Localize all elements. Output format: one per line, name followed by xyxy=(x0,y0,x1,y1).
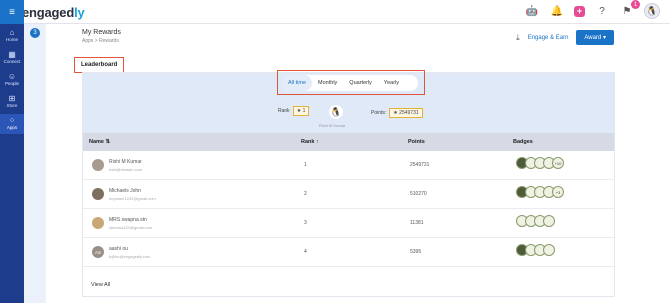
row-name: MRS swapna stn xyxy=(109,217,147,223)
row-name: Rishi M Kumar xyxy=(109,159,142,165)
table-row[interactable]: Rishi M Kumar rishi@domain.com 1 2549731… xyxy=(83,151,614,180)
menu-icon[interactable]: ≡ xyxy=(0,0,24,24)
badge-icon xyxy=(543,244,555,256)
period-highlight xyxy=(277,70,425,95)
help-icon[interactable]: ? xyxy=(594,3,610,19)
sidebar-item-store[interactable]: ⊞ Store xyxy=(0,92,24,112)
row-email: stnhana122@gmail.com xyxy=(109,225,153,230)
current-user-avatar: 🐧 xyxy=(329,105,343,119)
people-icon: ☺ xyxy=(7,72,17,81)
row-name: aashi ou xyxy=(109,246,128,252)
table-row[interactable]: MRS swapna stn stnhana122@gmail.com 3 11… xyxy=(83,209,614,238)
page-title: My Rewards xyxy=(82,29,121,36)
breadcrumb[interactable]: Apps > Rewards xyxy=(82,38,119,44)
table-header: Name ⇅ Rank ↑ Points Badges xyxy=(83,133,614,151)
engage-earn-link[interactable]: Engage & Earn xyxy=(528,35,569,41)
leaderboard-panel: All time Monthly Quarterly Yearly Rank ★… xyxy=(82,70,615,297)
badge-list[interactable] xyxy=(516,215,555,227)
avatar xyxy=(92,159,104,171)
row-name: Michaels John xyxy=(109,188,141,194)
row-points: 5395 xyxy=(410,249,422,255)
leaderboard-heading: Leaderboard xyxy=(74,57,125,73)
cart-icon: ⊞ xyxy=(8,94,16,103)
my-rank: Rank ★ 1 xyxy=(278,106,310,116)
row-rank: 3 xyxy=(304,220,307,226)
avatar[interactable]: 🐧 xyxy=(644,3,660,19)
sidebar-item-people[interactable]: ☺ People xyxy=(0,70,24,90)
download-icon[interactable]: ⤓ xyxy=(516,33,520,43)
col-rank[interactable]: Rank ↑ xyxy=(301,139,319,145)
row-points: 2549731 xyxy=(410,162,430,168)
mascot-icon[interactable]: 🤖 xyxy=(524,3,540,19)
logo-suffix: ly xyxy=(74,5,85,20)
sidebar-item-connect[interactable]: ▦ Connect xyxy=(0,48,24,68)
row-email: k@hu@engagedly.com xyxy=(109,254,151,259)
row-email: rishi@domain.com xyxy=(109,167,143,172)
main-content: My Rewards Apps > Rewards ⤓ Engage & Ear… xyxy=(46,24,670,303)
badge-list[interactable]: +10 xyxy=(516,157,564,169)
view-all-link[interactable]: View All xyxy=(91,282,110,288)
notification-badge: 1 xyxy=(631,0,640,9)
avatar xyxy=(92,188,104,200)
points-value: ★ 2549731 xyxy=(389,108,423,118)
table-row[interactable]: Michaels John mrpower1232@gmail.com 2 51… xyxy=(83,180,614,209)
top-bar: engagedly 🤖 🔔 + ? ⚑ 1 🐧 xyxy=(0,0,670,24)
step-indicator: 3 xyxy=(30,28,40,38)
flag-icon[interactable]: ⚑ 1 xyxy=(619,0,640,19)
col-points[interactable]: Points xyxy=(408,139,425,145)
plus-icon[interactable]: + xyxy=(574,5,585,17)
row-rank: 1 xyxy=(304,162,307,168)
home-icon: ⌂ xyxy=(9,28,15,37)
row-points: 510270 xyxy=(410,191,427,197)
sidebar: ≡ ⌂ Home ▦ Connect ☺ People ⊞ Store ⁘ Apps xyxy=(0,0,24,303)
sidebar-item-home[interactable]: ⌂ Home xyxy=(0,26,24,46)
table-row[interactable]: AS aashi ou k@hu@engagedly.com 4 5395 xyxy=(83,238,614,267)
avatar: AS xyxy=(92,246,104,258)
col-name[interactable]: Name ⇅ xyxy=(89,139,110,145)
badge-more: +3 xyxy=(552,186,564,198)
current-user-name: Rishi M Kumar xyxy=(319,123,346,128)
bell-icon[interactable]: 🔔 xyxy=(549,3,565,19)
step-rail: 3 xyxy=(24,24,46,303)
leaderboard-summary: All time Monthly Quarterly Yearly Rank ★… xyxy=(83,70,614,133)
row-points: 11381 xyxy=(410,220,424,226)
logo-text: engaged xyxy=(22,5,75,20)
my-points: Points: ★ 2549731 xyxy=(371,108,423,118)
badge-list[interactable] xyxy=(516,244,555,256)
engagedly-logo[interactable]: engagedly xyxy=(22,5,85,20)
row-email: mrpower1232@gmail.com xyxy=(109,196,156,201)
apps-icon: ⁘ xyxy=(8,116,16,125)
row-rank: 2 xyxy=(304,191,307,197)
rank-value: ★ 1 xyxy=(292,106,310,116)
award-button[interactable]: Award ▾ xyxy=(576,30,614,45)
row-rank: 4 xyxy=(304,249,307,255)
connect-icon: ▦ xyxy=(8,50,16,59)
badge-icon xyxy=(543,215,555,227)
col-badges: Badges xyxy=(513,139,533,145)
avatar xyxy=(92,217,104,229)
sidebar-item-apps[interactable]: ⁘ Apps xyxy=(0,114,24,134)
badge-list[interactable]: +3 xyxy=(516,186,564,198)
badge-more: +10 xyxy=(552,157,564,169)
